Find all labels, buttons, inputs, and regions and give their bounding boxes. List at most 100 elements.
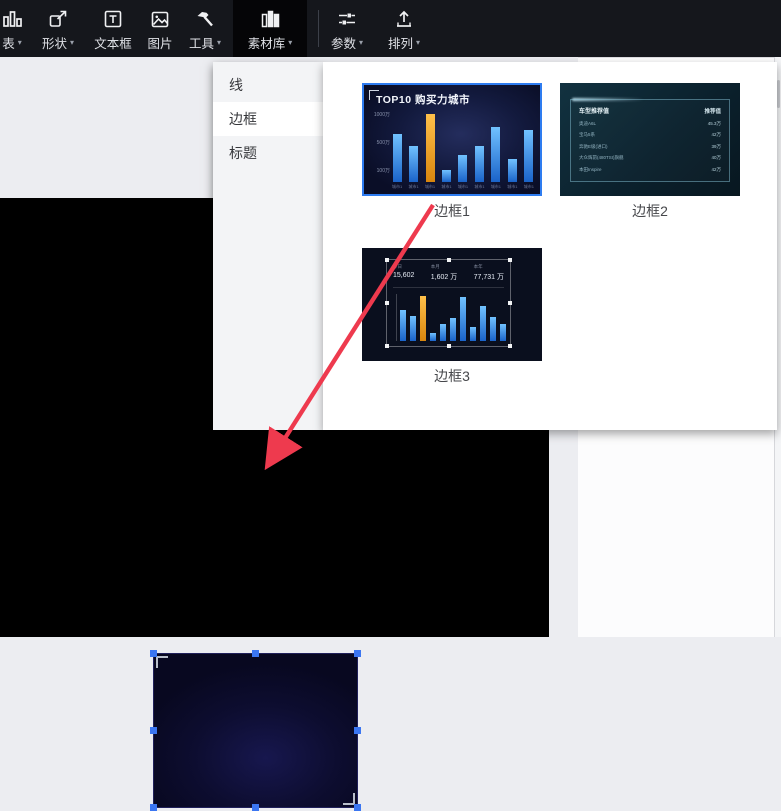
resize-handle[interactable] [150, 727, 157, 734]
preview-resize-handle [447, 344, 451, 348]
preview-bar [430, 333, 436, 341]
toolbar-item-material-library[interactable]: 素材库▾ [233, 0, 307, 57]
preview-bar [409, 146, 418, 182]
arrange-icon [393, 6, 415, 30]
toolbar-item-arrange[interactable]: 排列▾ [376, 0, 432, 57]
resize-handle[interactable] [252, 650, 259, 657]
preview-bar [470, 327, 476, 341]
kpi-label: 本年 [474, 264, 504, 270]
params-icon [336, 6, 358, 30]
chevron-down-icon: ▾ [18, 38, 22, 47]
template-label: 边框2 [560, 201, 740, 221]
resize-handle[interactable] [354, 650, 361, 657]
preview-bar [500, 324, 506, 341]
preview-resize-handle [508, 258, 512, 262]
preview-bar-chart: 城市1城市1城市1城市1城市1城市1城市1城市1城市1 [392, 111, 534, 191]
kpi-value: 77,731 万 [474, 272, 504, 282]
preview-table-row: 宝马5系42万 [579, 132, 721, 138]
preview-x-label: 城市1 [425, 182, 435, 191]
preview-resize-handle [385, 344, 389, 348]
preview-resize-handle [385, 258, 389, 262]
chevron-down-icon: ▾ [217, 38, 221, 47]
preview-bar [410, 316, 416, 341]
toolbar-label: 表 [2, 33, 15, 52]
image-icon [149, 6, 171, 30]
kpi-label: 本月 [431, 264, 457, 270]
chevron-down-icon: ▾ [288, 38, 292, 47]
tools-icon [194, 6, 216, 30]
chevron-down-icon: ▾ [359, 38, 363, 47]
bar-chart-icon [1, 6, 23, 30]
menu-item-line[interactable]: 线 [213, 68, 323, 102]
preview-bar [508, 159, 517, 182]
toolbar-item-shapes[interactable]: 形状▾ [30, 0, 86, 57]
scrollbar-thumb[interactable] [777, 80, 780, 108]
preview-bar [458, 155, 467, 182]
resize-handle[interactable] [150, 804, 157, 811]
preview-bar [491, 127, 500, 182]
toolbar-label: 参数 [331, 33, 356, 52]
template-label: 边框1 [362, 201, 542, 221]
resize-handle[interactable] [150, 650, 157, 657]
preview-bar [442, 170, 451, 182]
preview-bar [450, 318, 456, 341]
preview-x-label: 城市1 [474, 182, 484, 191]
preview-y-axis: 1000万 500万 100万 [366, 111, 390, 174]
menu-item-title[interactable]: 标题 [213, 136, 323, 170]
toolbar-item-tools[interactable]: 工具▾ [177, 0, 233, 57]
shape-icon [47, 6, 69, 30]
preview-bar [426, 114, 435, 182]
resize-handle[interactable] [354, 804, 361, 811]
library-icon [259, 6, 281, 30]
textbox-icon [102, 6, 124, 30]
preview-bar [393, 134, 402, 182]
preview-table-value-header: 推荐值 [704, 107, 721, 115]
preview-x-label: 城市1 [524, 182, 534, 191]
preview-bar [490, 317, 496, 341]
preview-bar [475, 146, 484, 183]
preview-resize-handle [508, 344, 512, 348]
border-template-1-thumbnail[interactable]: TOP10 购买力城市 1000万 500万 100万 城市1 城市1 城市1 城市1… [362, 83, 542, 196]
kpi-label: 今日 [393, 264, 414, 270]
border-corner-ornament [156, 656, 168, 668]
main-toolbar: 表▾ 形状▾ 文本框 图片 工具▾ 素材库▾ 参数▾ [0, 0, 781, 57]
preview-table-row: 大众辉昂(480TSI)旗舰40万 [579, 155, 721, 161]
border-template-2-thumbnail[interactable]: 车型推荐值 推荐值 奥迪A6L45.3万宝马5系42万奔驰E级(进口)39万大众… [560, 83, 740, 196]
preview-table-rows: 奥迪A6L45.3万宝马5系42万奔驰E级(进口)39万大众辉昂(480TSI)… [579, 121, 721, 173]
preview-table-row: 奥迪A6L45.3万 [579, 121, 721, 127]
toolbar-item-parameters[interactable]: 参数▾ [319, 0, 375, 57]
preview-resize-handle [508, 301, 512, 305]
preview-bar [480, 306, 486, 341]
resize-handle[interactable] [354, 727, 361, 734]
toolbar-label: 形状 [42, 33, 67, 52]
preview-table-row: 奔驰E级(进口)39万 [579, 144, 721, 150]
preview-x-label: 城市1 [441, 182, 451, 191]
chevron-down-icon: ▾ [416, 38, 420, 47]
preview-resize-handle [385, 301, 389, 305]
preview-widget: 今日 15,602 本月 1,602 万 本年 77,731 万 [386, 259, 511, 347]
preview-bar [400, 310, 406, 341]
toolbar-label: 文本框 [94, 33, 132, 52]
preview-bar-chart [396, 294, 505, 341]
material-library-menu: 线 边框 标题 [213, 62, 323, 430]
preview-chart-title: TOP10 购买力城市 [376, 92, 470, 107]
border-template-3-thumbnail[interactable]: 今日 15,602 本月 1,602 万 本年 77,731 万 [362, 248, 542, 361]
preview-table-title: 车型推荐值 [579, 106, 609, 115]
toolbar-label: 素材库 [248, 33, 286, 52]
preview-x-label: 城市1 [507, 182, 517, 191]
toolbar-label: 工具 [189, 33, 214, 52]
menu-item-border[interactable]: 边框 [213, 102, 323, 136]
resize-handle[interactable] [252, 804, 259, 811]
chevron-down-icon: ▾ [70, 38, 74, 47]
kpi-value: 15,602 [393, 272, 414, 279]
template-label: 边框3 [362, 366, 542, 386]
preview-x-label: 城市1 [392, 182, 402, 191]
preview-bar [420, 296, 426, 341]
dropped-border-element[interactable] [153, 653, 358, 808]
toolbar-label: 排列 [388, 33, 413, 52]
preview-kpi-row: 今日 15,602 本月 1,602 万 本年 77,731 万 [393, 264, 504, 288]
kpi-value: 1,602 万 [431, 272, 457, 282]
preview-x-label: 城市1 [458, 182, 468, 191]
app-window: { "toolbar": { "caret_glyph": "▾", "item… [0, 0, 781, 637]
preview-bar [524, 130, 533, 182]
